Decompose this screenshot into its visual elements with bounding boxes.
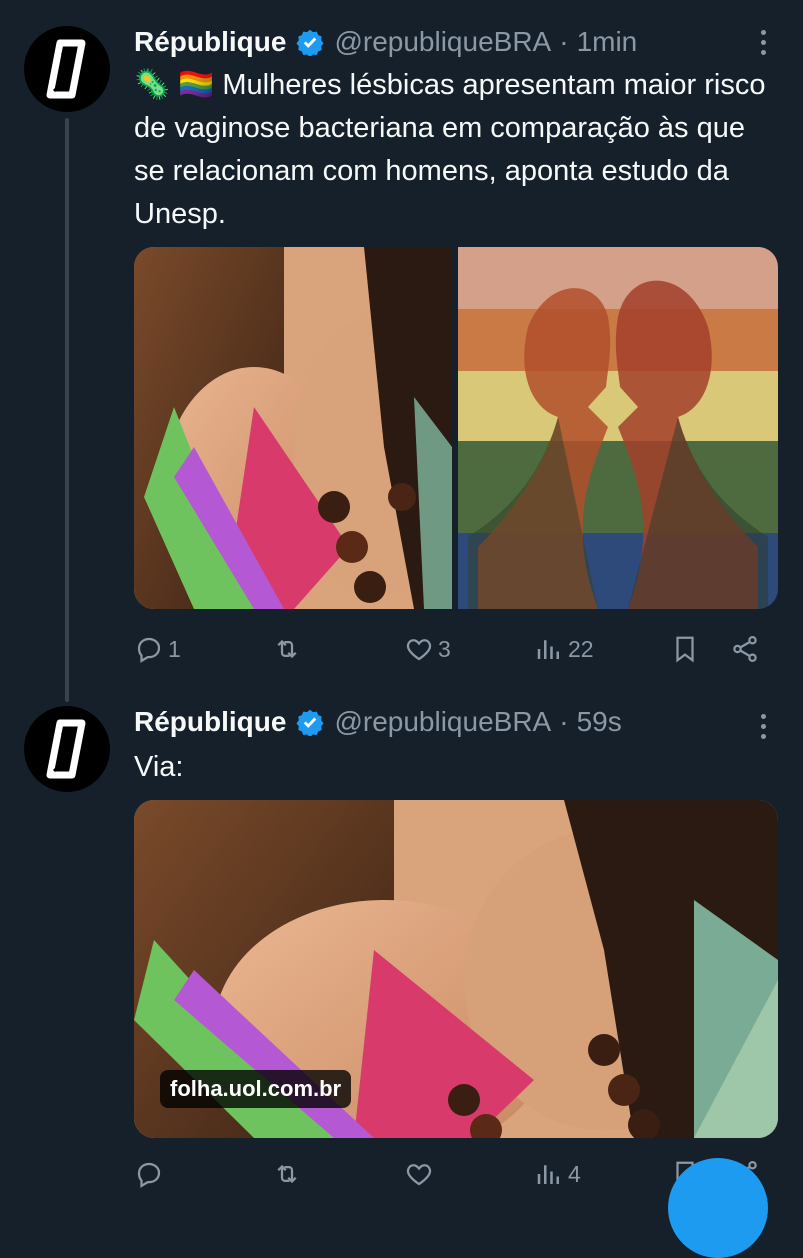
timestamp[interactable]: 1min: [577, 26, 638, 58]
share-icon: [733, 636, 757, 662]
tweet-1[interactable]: République @republiqueBRA · 1min 🦠 🏳️‍🌈 …: [0, 0, 803, 700]
bookmark-icon: [676, 636, 694, 663]
tweet-actions: 1 3 22: [134, 629, 779, 669]
views-icon: [537, 640, 559, 659]
handle[interactable]: @republiqueBRA: [334, 26, 551, 58]
emoji: 🦠 🏳️‍🌈: [134, 69, 215, 101]
views-button[interactable]: 4: [534, 1154, 581, 1194]
views-icon: [537, 1165, 559, 1184]
tweet-header: République @republiqueBRA · 1min: [134, 22, 763, 62]
tweet-header: République @republiqueBRA · 59s: [134, 702, 763, 742]
reply-button[interactable]: 1: [134, 629, 181, 669]
display-name[interactable]: République: [134, 26, 286, 58]
retweet-icon: [277, 639, 297, 659]
tweet-body: Mulheres lésbicas apresentam maior risco…: [134, 69, 766, 230]
like-count: 3: [438, 635, 451, 662]
more-icon[interactable]: [751, 22, 775, 62]
like-button[interactable]: [404, 1154, 438, 1194]
tweet-text: 🦠 🏳️‍🌈 Mulheres lésbicas apresentam maio…: [134, 64, 767, 236]
verified-badge-icon: [296, 28, 324, 56]
republique-logo-icon: [46, 719, 86, 779]
reply-icon: [137, 1162, 161, 1188]
media-image-2[interactable]: [458, 247, 778, 609]
tweet-2[interactable]: République @republiqueBRA · 59s Via: fol…: [0, 700, 803, 1200]
media-image-1[interactable]: [134, 247, 452, 609]
views-button[interactable]: 22: [534, 629, 594, 669]
tweet-body: Via:: [134, 751, 184, 783]
like-button[interactable]: 3: [404, 629, 451, 669]
reply-button[interactable]: [134, 1154, 168, 1194]
verified-badge-icon: [296, 708, 324, 736]
tweet-text: Via:: [134, 746, 767, 789]
retweet-button[interactable]: [272, 629, 306, 669]
compose-button[interactable]: [668, 1158, 768, 1258]
more-icon[interactable]: [751, 706, 775, 746]
republique-logo-icon: [46, 39, 86, 99]
bookmark-button[interactable]: [670, 629, 700, 669]
share-button[interactable]: [730, 629, 760, 669]
avatar[interactable]: [24, 706, 110, 792]
reply-count: 1: [168, 635, 181, 662]
avatar[interactable]: [24, 26, 110, 112]
timestamp[interactable]: 59s: [577, 706, 622, 738]
separator-dot: ·: [559, 26, 569, 57]
link-domain[interactable]: folha.uol.com.br: [160, 1070, 352, 1108]
views-count: 4: [568, 1160, 581, 1187]
display-name[interactable]: République: [134, 706, 286, 738]
views-count: 22: [568, 635, 594, 662]
retweet-button[interactable]: [272, 1154, 306, 1194]
link-card[interactable]: folha.uol.com.br: [134, 800, 778, 1138]
like-icon: [406, 639, 432, 661]
retweet-icon: [277, 1164, 297, 1184]
reply-icon: [137, 637, 161, 663]
separator-dot: ·: [559, 706, 569, 737]
handle[interactable]: @republiqueBRA: [334, 706, 551, 738]
like-icon: [406, 1164, 432, 1186]
